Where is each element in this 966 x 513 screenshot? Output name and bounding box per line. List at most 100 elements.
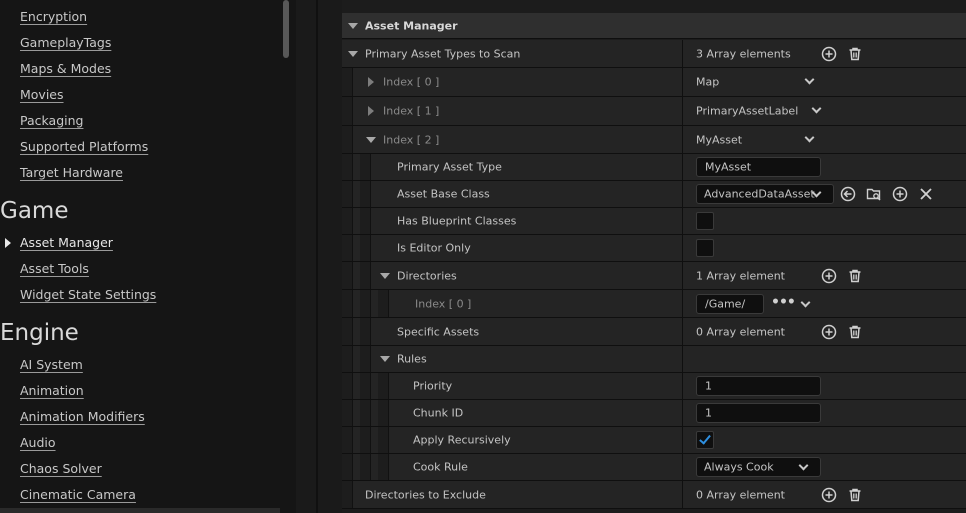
row-index-2: Index [ 2 ] MyAsset [342,126,966,154]
sidebar-item-encryption[interactable]: Encryption [20,9,87,24]
is-editor-only-checkbox[interactable] [696,239,714,257]
trash-icon[interactable] [847,268,863,284]
combo-index-1[interactable]: PrimaryAssetLabel [696,101,828,121]
row-label: Priority [413,379,453,393]
array-count: 1 Array element [696,269,785,282]
sidebar-item-maps-modes[interactable]: Maps & Modes [20,61,111,76]
row-specific-assets: Specific Assets 0 Array element [342,318,966,346]
combo-index-2[interactable]: MyAsset [696,130,821,150]
row-label: Has Blueprint Classes [397,214,517,228]
sidebar-scrollbar[interactable] [281,0,291,513]
row-directories-index-0: Index [ 0 ] /Game/ ••• [342,290,966,318]
row-rules: Rules [342,346,966,373]
plus-circle-icon[interactable] [821,324,837,340]
row-apply-recursively: Apply Recursively [342,427,966,454]
row-cook-rule: Cook Rule Always Cook [342,454,966,481]
row-directories-to-exclude: Directories to Exclude 0 Array element [342,481,966,509]
expand-arrow-icon[interactable] [368,106,374,116]
sidebar-item-supported-platforms[interactable]: Supported Platforms [20,139,148,154]
row-label: Index [ 0 ] [383,75,440,89]
row-label: Asset Base Class [397,187,490,201]
settings-sidebar: Encryption GameplayTags Maps & Modes Mov… [0,0,296,513]
asset-base-class-combo[interactable]: AdvancedDataAsset [696,184,834,204]
row-index-0: Index [ 0 ] Map [342,68,966,97]
trash-icon[interactable] [847,487,863,503]
expand-arrow-icon[interactable] [368,77,374,87]
details-content: Asset Manager Primary Asset Types to Sca… [342,0,966,513]
array-count: 0 Array element [696,325,785,338]
chevron-down-icon [804,132,815,142]
sidebar-item-target-hardware[interactable]: Target Hardware [20,165,123,180]
chevron-down-icon [804,74,815,85]
sidebar-scrollbar-thumb[interactable] [283,0,289,58]
plus-circle-icon[interactable] [821,487,837,503]
has-blueprint-classes-checkbox[interactable] [696,212,714,230]
details-panel: Asset Manager Primary Asset Types to Sca… [318,0,966,513]
category-title: Asset Manager [365,19,458,32]
sidebar-item-asset-tools[interactable]: Asset Tools [20,261,89,276]
row-is-editor-only: Is Editor Only [342,235,966,262]
row-chunk-id: Chunk ID 1 [342,400,966,427]
trash-icon[interactable] [847,46,863,62]
sidebar-item-packaging[interactable]: Packaging [20,113,83,128]
sidebar-item-animation[interactable]: Animation [20,383,84,398]
add-element-icon[interactable] [821,46,837,62]
combo-index-0[interactable]: Map [696,72,821,92]
array-count: 3 Array elements [696,47,791,60]
sidebar-item-movies[interactable]: Movies [20,87,64,102]
chevron-down-icon [798,460,809,471]
row-label: Primary Asset Types to Scan [365,47,521,60]
sidebar-item-animation-modifiers[interactable]: Animation Modifiers [20,409,145,424]
sidebar-bottom-divider [0,508,280,513]
folder-search-icon[interactable] [866,186,882,202]
row-asset-base-class: Asset Base Class AdvancedDataAsset [342,181,966,208]
collapse-arrow-icon[interactable] [348,22,358,29]
chevron-down-icon[interactable] [800,297,811,308]
row-label: Chunk ID [413,406,464,420]
ellipsis-icon[interactable]: ••• [771,294,796,310]
row-label: Is Editor Only [397,241,471,255]
collapse-arrow-icon[interactable] [380,272,390,279]
directory-path-input[interactable]: /Game/ [696,293,764,314]
sidebar-category-engine: Engine [0,320,79,346]
priority-input[interactable]: 1 [696,376,821,396]
splitter[interactable] [296,0,316,513]
plus-circle-icon[interactable] [892,186,908,202]
row-label: Primary Asset Type [397,160,502,174]
sidebar-item-cinematic-camera[interactable]: Cinematic Camera [20,487,136,502]
sidebar-item-widget-state-settings[interactable]: Widget State Settings [20,287,156,302]
row-label: Index [ 2 ] [383,133,440,146]
sidebar-category-game: Game [0,198,69,224]
sidebar-item-gameplaytags[interactable]: GameplayTags [20,35,111,50]
arrow-left-circle-icon[interactable] [840,186,856,202]
row-label: Apply Recursively [413,433,511,447]
row-label: Index [ 1 ] [383,104,440,118]
row-label: Directories to Exclude [365,488,486,501]
plus-circle-icon[interactable] [821,268,837,284]
row-label: Specific Assets [397,325,480,338]
sidebar-item-asset-manager[interactable]: Asset Manager [20,235,113,250]
chunk-id-input[interactable]: 1 [696,403,821,423]
selected-arrow-icon [5,238,11,248]
primary-asset-type-input[interactable]: MyAsset [696,157,821,177]
expand-arrow-icon[interactable] [348,50,358,57]
apply-recursively-checkbox[interactable] [696,431,714,449]
sidebar-item-ai-system[interactable]: AI System [20,357,83,372]
row-has-blueprint-classes: Has Blueprint Classes [342,208,966,235]
checkmark-icon [699,432,711,445]
row-index-1: Index [ 1 ] PrimaryAssetLabel [342,97,966,126]
row-label: Rules [397,352,427,366]
row-priority: Priority 1 [342,373,966,400]
sidebar-item-chaos-solver[interactable]: Chaos Solver [20,461,102,476]
collapse-arrow-icon[interactable] [380,356,390,362]
x-icon[interactable] [918,186,934,202]
trash-icon[interactable] [847,324,863,340]
chevron-down-icon [811,103,822,114]
row-directories: Directories 1 Array element [342,262,966,290]
row-label: Directories [397,269,457,282]
sidebar-item-audio[interactable]: Audio [20,435,56,450]
cook-rule-combo[interactable]: Always Cook [696,457,821,477]
row-label: Cook Rule [413,460,468,474]
collapse-arrow-icon[interactable] [366,136,376,143]
category-header-asset-manager[interactable]: Asset Manager [342,13,966,39]
